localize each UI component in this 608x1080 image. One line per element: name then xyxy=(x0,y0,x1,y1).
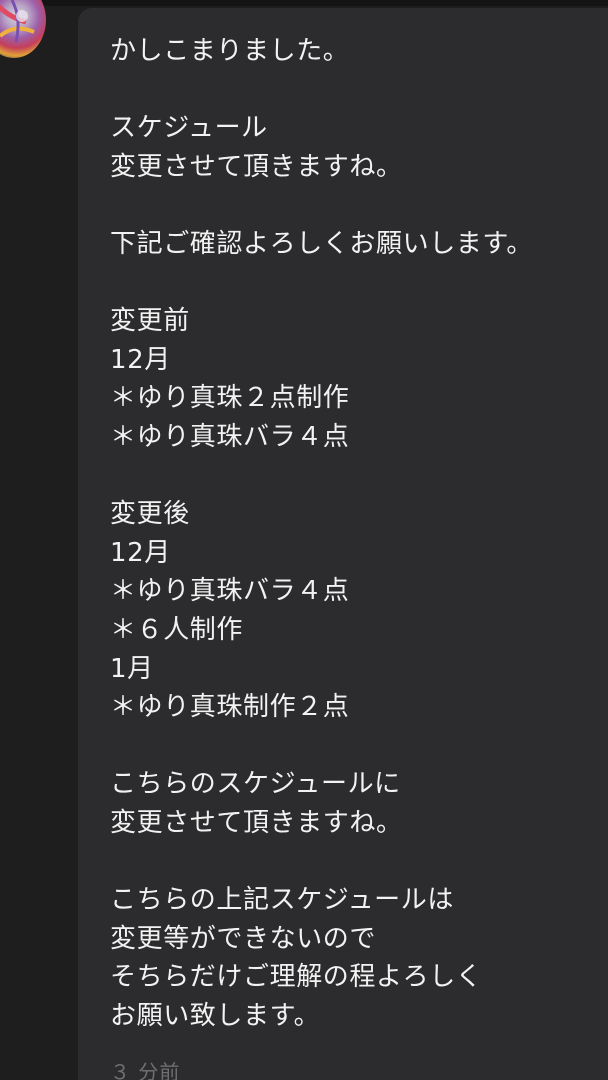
message-text: かしこまりました。 スケジュール 変更させて頂きますね。 下記ご確認よろしくお願… xyxy=(110,36,534,1031)
top-divider xyxy=(0,0,608,6)
message-timestamp: ３ 分前 xyxy=(110,1060,181,1080)
sender-avatar[interactable] xyxy=(0,0,46,58)
avatar-icon xyxy=(0,0,35,43)
chat-screen: かしこまりました。 スケジュール 変更させて頂きますね。 下記ご確認よろしくお願… xyxy=(0,0,608,1080)
